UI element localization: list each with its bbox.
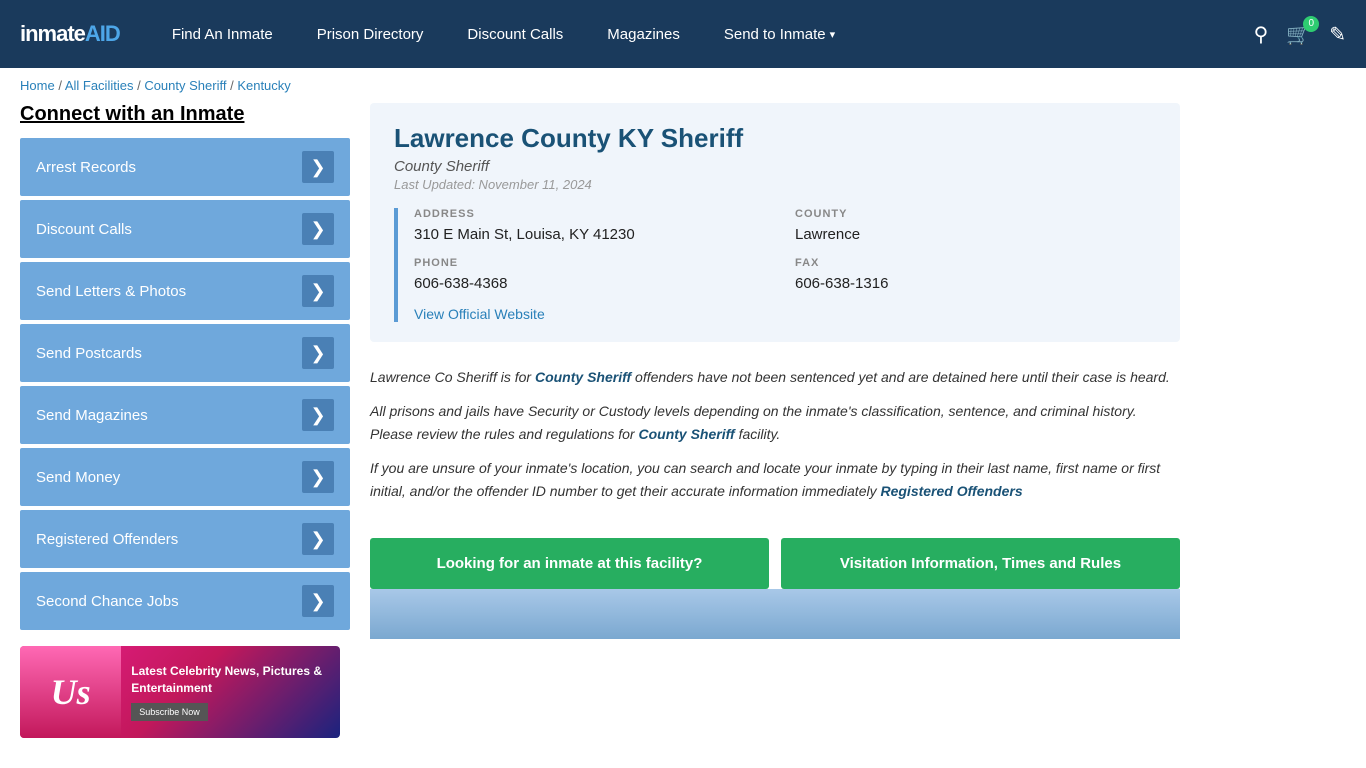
- ad-brand-logo: Us: [20, 646, 121, 738]
- sidebar-item-send-money[interactable]: Send Money ❯: [20, 448, 350, 506]
- ad-headline: Latest Celebrity News, Pictures & Entert…: [131, 663, 330, 697]
- nav-prison-directory[interactable]: Prison Directory: [295, 0, 446, 68]
- sidebar-item-send-magazines[interactable]: Send Magazines ❯: [20, 386, 350, 444]
- breadcrumb-kentucky[interactable]: Kentucky: [237, 78, 290, 93]
- dropdown-arrow-icon: ▾: [830, 28, 836, 41]
- sidebar-item-discount-calls[interactable]: Discount Calls ❯: [20, 200, 350, 258]
- nav-find-inmate[interactable]: Find An Inmate: [150, 0, 295, 68]
- sidebar-item-second-chance-jobs[interactable]: Second Chance Jobs ❯: [20, 572, 350, 630]
- sidebar-item-send-postcards[interactable]: Send Postcards ❯: [20, 324, 350, 382]
- search-icon[interactable]: ⚲: [1254, 22, 1269, 47]
- address-label: ADDRESS: [414, 208, 775, 220]
- arrow-icon: ❯: [302, 523, 334, 555]
- address-value: 310 E Main St, Louisa, KY 41230: [414, 224, 775, 245]
- cart-icon[interactable]: 🛒 0: [1286, 22, 1311, 47]
- address-col: ADDRESS 310 E Main St, Louisa, KY 41230 …: [414, 208, 775, 322]
- user-icon[interactable]: ✎: [1329, 22, 1346, 47]
- sidebar-item-arrest-records[interactable]: Arrest Records ❯: [20, 138, 350, 196]
- visitation-button[interactable]: Visitation Information, Times and Rules: [781, 538, 1180, 590]
- main-layout: Connect with an Inmate Arrest Records ❯ …: [0, 103, 1200, 738]
- arrow-icon: ❯: [302, 151, 334, 183]
- facility-card: Lawrence County KY Sheriff County Sherif…: [370, 103, 1180, 342]
- website-link[interactable]: View Official Website: [414, 306, 545, 322]
- fax-label: FAX: [795, 257, 1156, 269]
- find-inmate-button[interactable]: Looking for an inmate at this facility?: [370, 538, 769, 590]
- sidebar-item-registered-offenders[interactable]: Registered Offenders ❯: [20, 510, 350, 568]
- breadcrumb-home[interactable]: Home: [20, 78, 55, 93]
- facility-updated: Last Updated: November 11, 2024: [394, 177, 1156, 192]
- facility-details: ADDRESS 310 E Main St, Louisa, KY 41230 …: [394, 208, 1156, 322]
- desc-para1: Lawrence Co Sheriff is for County Sherif…: [370, 366, 1180, 388]
- facility-type: County Sheriff: [394, 158, 1156, 175]
- nav-discount-calls[interactable]: Discount Calls: [445, 0, 585, 68]
- sidebar: Connect with an Inmate Arrest Records ❯ …: [20, 103, 350, 738]
- registered-offenders-link[interactable]: Registered Offenders: [880, 483, 1022, 499]
- logo[interactable]: inmateAID: [20, 21, 120, 47]
- arrow-icon: ❯: [302, 275, 334, 307]
- phone-value: 606-638-4368: [414, 273, 775, 294]
- phone-label: PHONE: [414, 257, 775, 269]
- facility-description: Lawrence Co Sheriff is for County Sherif…: [370, 358, 1180, 522]
- bottom-image: [370, 589, 1180, 639]
- sidebar-title: Connect with an Inmate: [20, 103, 350, 126]
- arrow-icon: ❯: [302, 461, 334, 493]
- county-col: COUNTY Lawrence FAX 606-638-1316: [795, 208, 1156, 322]
- county-label: COUNTY: [795, 208, 1156, 220]
- arrow-icon: ❯: [302, 399, 334, 431]
- ad-subscribe-button[interactable]: Subscribe Now: [131, 703, 208, 722]
- desc-para2: All prisons and jails have Security or C…: [370, 400, 1180, 445]
- county-sheriff-link2[interactable]: County Sheriff: [638, 426, 734, 442]
- arrow-icon: ❯: [302, 213, 334, 245]
- header: inmateAID Find An Inmate Prison Director…: [0, 0, 1366, 68]
- ad-banner[interactable]: Us Latest Celebrity News, Pictures & Ent…: [20, 646, 340, 738]
- desc-para3: If you are unsure of your inmate's locat…: [370, 457, 1180, 502]
- arrow-icon: ❯: [302, 337, 334, 369]
- county-value: Lawrence: [795, 224, 1156, 245]
- main-nav: Find An Inmate Prison Directory Discount…: [150, 0, 1254, 68]
- nav-magazines[interactable]: Magazines: [585, 0, 702, 68]
- facility-name: Lawrence County KY Sheriff: [394, 123, 1156, 154]
- breadcrumb: Home / All Facilities / County Sheriff /…: [0, 68, 1366, 103]
- sidebar-item-send-letters[interactable]: Send Letters & Photos ❯: [20, 262, 350, 320]
- main-content: Lawrence County KY Sheriff County Sherif…: [370, 103, 1180, 738]
- nav-send-to-inmate[interactable]: Send to Inmate ▾: [702, 0, 857, 68]
- fax-value: 606-638-1316: [795, 273, 1156, 294]
- cart-badge: 0: [1303, 16, 1319, 32]
- county-sheriff-link1[interactable]: County Sheriff: [535, 369, 631, 385]
- header-icons: ⚲ 🛒 0 ✎: [1254, 22, 1346, 47]
- arrow-icon: ❯: [302, 585, 334, 617]
- breadcrumb-all-facilities[interactable]: All Facilities: [65, 78, 134, 93]
- breadcrumb-county-sheriff[interactable]: County Sheriff: [144, 78, 226, 93]
- action-buttons: Looking for an inmate at this facility? …: [370, 538, 1180, 590]
